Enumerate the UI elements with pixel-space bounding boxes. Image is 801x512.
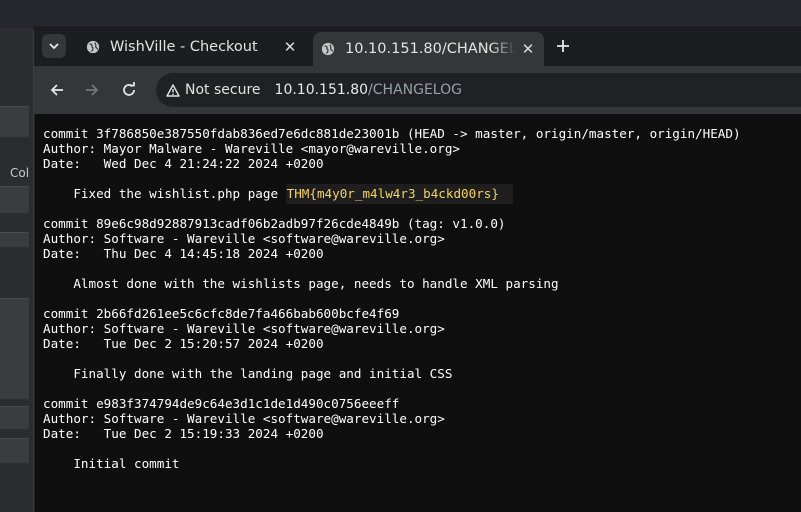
- commit-date-line: Date: Tue Dec 2 15:19:33 2024 +0200: [43, 426, 324, 441]
- changelog-text: commit 3f786850e387550fdab836ed7e6dc881d…: [43, 126, 741, 471]
- commit-message-line: Finally done with the landing page and i…: [43, 366, 453, 381]
- commit-hash-line: commit 3f786850e387550fdab836ed7e6dc881d…: [43, 126, 741, 141]
- url-host: 10.10.151.80: [274, 82, 369, 98]
- url-text[interactable]: 10.10.151.80/CHANGELOG: [275, 82, 462, 98]
- back-button[interactable]: [47, 80, 67, 100]
- background-panel-row: [0, 186, 29, 213]
- page-content: commit 3f786850e387550fdab836ed7e6dc881d…: [35, 114, 801, 512]
- background-column-label: Col: [10, 166, 30, 180]
- commit-author-line: Author: Mayor Malware - Wareville <mayor…: [43, 141, 461, 156]
- tab-search-button[interactable]: [42, 34, 66, 58]
- reload-button[interactable]: [119, 80, 139, 100]
- tab-title: WishVille - Checkout: [110, 39, 258, 55]
- commit-author-line: Author: Software - Wareville <software@w…: [43, 411, 445, 426]
- new-tab-button[interactable]: [556, 36, 570, 56]
- tab-wishville-checkout[interactable]: WishVille - Checkout ✕: [78, 32, 306, 62]
- commit-date-line: Date: Tue Dec 2 15:20:57 2024 +0200: [43, 336, 324, 351]
- background-panel-row: [0, 438, 29, 463]
- chevron-down-icon: [49, 43, 59, 50]
- background-panel-row: [0, 232, 29, 247]
- commit-message-line: Initial commit: [43, 456, 180, 471]
- commit-author-line: Author: Software - Wareville <software@w…: [43, 321, 445, 336]
- commit-author-line: Author: Software - Wareville <software@w…: [43, 231, 445, 246]
- background-panel-row: [0, 106, 29, 137]
- plus-icon: [557, 40, 569, 52]
- reload-icon: [123, 82, 135, 96]
- commit-date-line: Date: Wed Dec 4 21:24:22 2024 +0200: [43, 156, 324, 171]
- site-info-button[interactable]: Not secure: [166, 82, 261, 98]
- tab-bar: WishVille - Checkout ✕ 10.10.151.80/CHAN…: [34, 26, 801, 66]
- url-path: /CHANGELOG: [368, 82, 462, 98]
- background-top-bar: [0, 0, 801, 28]
- commit-message-line: Fixed the wishlist.php page: [43, 186, 286, 201]
- arrow-right-icon: [86, 84, 99, 96]
- flag-highlight: THM{m4y0r_m4lw4r3_b4ckd00rs}: [285, 184, 513, 204]
- address-bar[interactable]: Not secure 10.10.151.80/CHANGELOG: [156, 73, 801, 107]
- forward-button[interactable]: [82, 80, 102, 100]
- globe-icon: [86, 40, 100, 54]
- security-label: Not secure: [185, 82, 261, 98]
- tab-title: 10.10.151.80/CHANGELOG: [345, 41, 516, 57]
- background-panel-row: [0, 406, 29, 429]
- browser-toolbar: Not secure 10.10.151.80/CHANGELOG: [34, 66, 801, 114]
- commit-hash-line: commit e983f374794de9c64e3d1c1de1d490c07…: [43, 396, 400, 411]
- commit-hash-line: commit 89e6c98d92887913cadf06b2adb97f26c…: [43, 216, 506, 231]
- background-app-panel: Col: [0, 28, 33, 512]
- arrow-left-icon: [50, 84, 63, 96]
- globe-icon: [321, 42, 335, 56]
- commit-date-line: Date: Thu Dec 4 14:45:18 2024 +0200: [43, 246, 324, 261]
- commit-hash-line: commit 2b66fd261ee5c6cfc8de7fa466bab600b…: [43, 306, 400, 321]
- close-icon[interactable]: ✕: [278, 38, 302, 56]
- warning-icon: [166, 83, 180, 97]
- background-panel-row: [0, 298, 29, 399]
- close-icon[interactable]: ✕: [516, 40, 540, 58]
- tab-changelog[interactable]: 10.10.151.80/CHANGELOG ✕: [313, 32, 544, 66]
- browser-window: WishVille - Checkout ✕ 10.10.151.80/CHAN…: [33, 26, 801, 512]
- commit-message-line: Almost done with the wishlists page, nee…: [43, 276, 559, 291]
